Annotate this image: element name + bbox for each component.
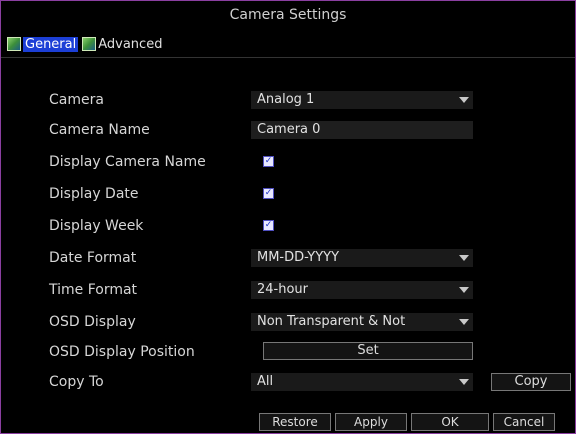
row-display-camera-name: Display Camera Name ✓ xyxy=(1,151,575,185)
row-osd-display: OSD Display Non Transparent & Not xyxy=(1,311,575,345)
chevron-down-icon xyxy=(459,97,469,103)
apply-button[interactable]: Apply xyxy=(335,413,407,431)
dialog-button-bar: Restore Apply OK Cancel xyxy=(259,413,559,431)
camera-name-input[interactable]: Camera 0 xyxy=(251,121,473,139)
osd-display-position-label: OSD Display Position xyxy=(49,344,195,360)
restore-button[interactable]: Restore xyxy=(259,413,331,431)
display-date-checkbox[interactable]: ✓ xyxy=(263,188,274,199)
display-week-checkbox[interactable]: ✓ xyxy=(263,220,274,231)
general-tab-icon xyxy=(7,37,21,51)
row-time-format: Time Format 24-hour xyxy=(1,279,575,313)
row-copy-to: Copy To All Copy xyxy=(1,371,575,405)
row-camera-name: Camera Name Camera 0 xyxy=(1,119,575,153)
copy-to-select[interactable]: All xyxy=(251,373,473,391)
camera-value: Analog 1 xyxy=(257,92,315,107)
tab-advanced-label: Advanced xyxy=(98,36,163,52)
row-osd-display-position: OSD Display Position Set xyxy=(1,341,575,375)
ok-button[interactable]: OK xyxy=(411,413,489,431)
row-display-date: Display Date ✓ xyxy=(1,183,575,217)
osd-display-select[interactable]: Non Transparent & Not xyxy=(251,313,473,331)
copy-to-value: All xyxy=(257,374,274,389)
time-format-value: 24-hour xyxy=(257,282,309,297)
tab-bar: General Advanced xyxy=(7,33,166,55)
display-camera-name-label: Display Camera Name xyxy=(49,154,206,170)
display-week-label: Display Week xyxy=(49,218,144,234)
copy-button[interactable]: Copy xyxy=(491,373,571,391)
row-date-format: Date Format MM-DD-YYYY xyxy=(1,247,575,281)
time-format-label: Time Format xyxy=(49,282,138,298)
tab-general-label: General xyxy=(23,36,79,52)
osd-display-label: OSD Display xyxy=(49,314,136,330)
chevron-down-icon xyxy=(459,287,469,293)
dialog-title: Camera Settings xyxy=(229,7,347,23)
tab-divider xyxy=(1,57,575,58)
camera-label: Camera xyxy=(49,92,104,108)
camera-name-label: Camera Name xyxy=(49,122,150,138)
tab-general[interactable]: General xyxy=(7,33,79,55)
camera-settings-dialog: Camera Settings General Advanced Camera … xyxy=(0,0,576,434)
date-format-select[interactable]: MM-DD-YYYY xyxy=(251,249,473,267)
osd-display-value: Non Transparent & Not xyxy=(257,314,406,329)
camera-name-value: Camera 0 xyxy=(257,122,321,137)
display-date-label: Display Date xyxy=(49,186,139,202)
time-format-select[interactable]: 24-hour xyxy=(251,281,473,299)
camera-select[interactable]: Analog 1 xyxy=(251,91,473,109)
chevron-down-icon xyxy=(459,379,469,385)
copy-to-label: Copy To xyxy=(49,374,104,390)
cancel-button[interactable]: Cancel xyxy=(493,413,555,431)
chevron-down-icon xyxy=(459,319,469,325)
date-format-label: Date Format xyxy=(49,250,137,266)
chevron-down-icon xyxy=(459,255,469,261)
display-camera-name-checkbox[interactable]: ✓ xyxy=(263,156,274,167)
tab-advanced[interactable]: Advanced xyxy=(82,33,162,55)
row-camera: Camera Analog 1 xyxy=(1,89,575,123)
osd-position-set-button[interactable]: Set xyxy=(263,342,473,360)
advanced-tab-icon xyxy=(82,37,97,51)
row-display-week: Display Week ✓ xyxy=(1,215,575,249)
date-format-value: MM-DD-YYYY xyxy=(257,250,340,265)
